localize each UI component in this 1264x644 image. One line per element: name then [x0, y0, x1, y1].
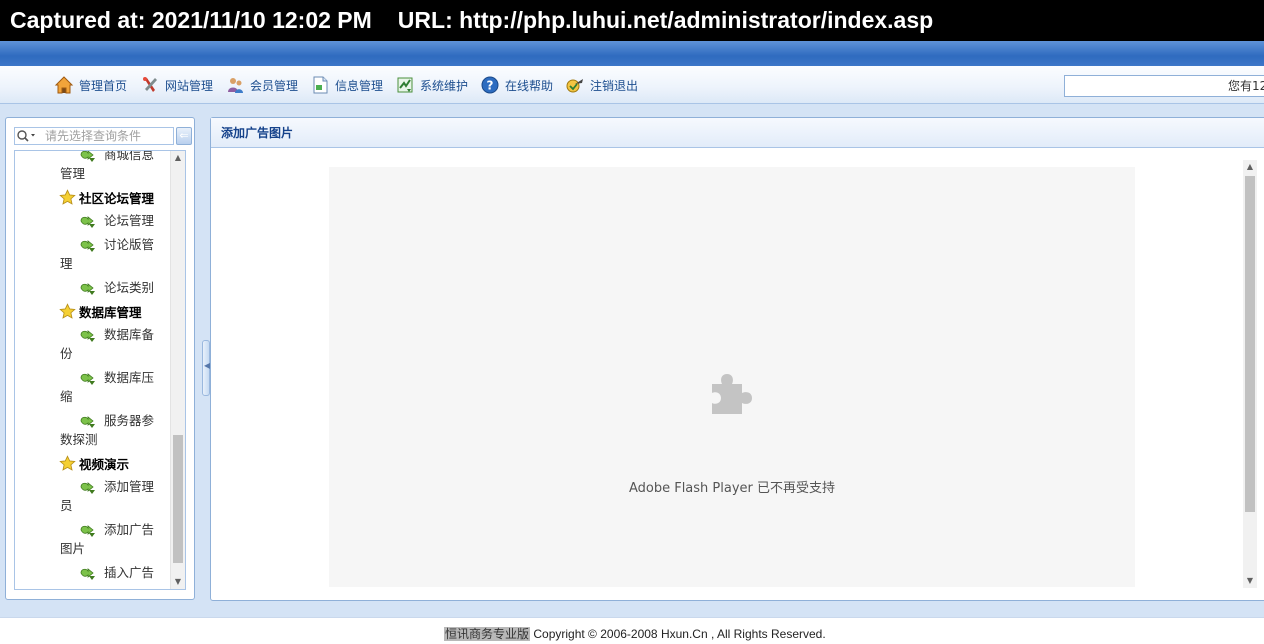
svg-text:?: ? — [487, 79, 494, 93]
leaf-arrow-icon — [80, 568, 95, 580]
help-icon: ? — [481, 76, 499, 94]
nav-info-management[interactable]: 信息管理 — [310, 75, 383, 95]
tree-group[interactable]: 数据库管理 — [15, 300, 170, 323]
plugin-puzzle-icon — [712, 374, 752, 414]
tree-group-label: 视频演示 — [79, 457, 130, 472]
search-placeholder: 请先选择查询条件 — [45, 129, 142, 143]
nav-label: 会员管理 — [250, 78, 299, 93]
nav-home[interactable]: 管理首页 — [54, 75, 127, 95]
capture-timestamp: Captured at: 2021/11/10 12:02 PM — [10, 7, 372, 33]
menu-tree: 商城信息管理社区论坛管理论坛管理讨论版管理论坛类别数据库管理数据库备份数据库压缩… — [14, 150, 186, 590]
top-navigation: 管理首页 网站管理 会员管理 信息管理 系统维护 ? 在线帮助 注销退出 您有1… — [0, 66, 1264, 104]
footer-copyright: Copyright © 2006-2008 Hxun.Cn , All Righ… — [530, 627, 826, 641]
nav-label: 注销退出 — [590, 78, 639, 93]
logout-icon — [566, 79, 583, 93]
users-icon — [228, 78, 243, 93]
tree-item-label: 添加广告图片 — [60, 522, 155, 556]
sidebar-panel: 请先选择查询条件 ⇐ 商城信息管理社区论坛管理论坛管理讨论版管理论坛类别数据库管… — [5, 117, 195, 600]
star-icon — [59, 455, 76, 471]
search-icon — [17, 130, 35, 142]
panel-title: 添加广告图片 — [211, 118, 1264, 148]
flash-unsupported-message: Adobe Flash Player 已不再受支持 — [628, 481, 836, 496]
capture-info-bar: Captured at: 2021/11/10 12:02 PM URL: htt… — [0, 0, 1264, 41]
nav-logout[interactable]: 注销退出 — [565, 75, 638, 95]
tree-item[interactable]: 添加管理员 — [15, 475, 170, 518]
scroll-down-arrow[interactable]: ▼ — [171, 575, 185, 589]
menu-tree-list: 商城信息管理社区论坛管理论坛管理讨论版管理论坛类别数据库管理数据库备份数据库压缩… — [15, 150, 170, 585]
message-status-box[interactable]: 您有12 — [1064, 75, 1264, 97]
content-area: 请先选择查询条件 ⇐ 商城信息管理社区论坛管理论坛管理讨论版管理论坛类别数据库管… — [0, 105, 1264, 617]
scroll-thumb[interactable] — [173, 435, 183, 563]
tree-item[interactable]: 讨论版管理 — [15, 233, 170, 276]
tree-item-label: 服务器参数探测 — [60, 413, 155, 447]
nav-site-management[interactable]: 网站管理 — [140, 75, 213, 95]
footer-brand: 恒讯商务专业版 — [444, 627, 531, 641]
tree-item-label: 数据库压缩 — [60, 370, 155, 404]
nav-system-maintenance[interactable]: 系统维护 — [395, 75, 468, 95]
tree-item[interactable]: 商城信息管理 — [15, 150, 170, 186]
nav-label: 管理首页 — [79, 78, 128, 93]
nav-label: 系统维护 — [420, 78, 469, 93]
tree-item[interactable]: 数据库备份 — [15, 323, 170, 366]
tree-item[interactable]: 数据库压缩 — [15, 366, 170, 409]
tree-item-label: 数据库备份 — [60, 327, 155, 361]
tree-item[interactable]: 插入广告 — [15, 561, 170, 585]
leaf-arrow-icon — [80, 416, 95, 428]
scroll-thumb[interactable] — [1245, 176, 1255, 512]
tree-item[interactable]: 论坛类别 — [15, 276, 170, 300]
leaf-arrow-icon — [80, 330, 95, 342]
leaf-arrow-icon — [80, 525, 95, 537]
tree-item-label: 商城信息管理 — [60, 150, 155, 181]
star-icon — [59, 303, 76, 319]
scroll-up-arrow[interactable]: ▲ — [171, 151, 185, 165]
nav-member-management[interactable]: 会员管理 — [225, 75, 298, 95]
tree-item-label: 讨论版管理 — [60, 237, 155, 271]
tree-item[interactable]: 服务器参数探测 — [15, 409, 170, 452]
collapse-sidebar-button[interactable]: ⇐ — [176, 127, 192, 145]
tree-group[interactable]: 社区论坛管理 — [15, 186, 170, 209]
tree-item-label: 插入广告 — [104, 565, 155, 580]
maintenance-icon — [397, 77, 413, 93]
star-icon — [59, 189, 76, 205]
nav-label: 在线帮助 — [505, 78, 554, 93]
leaf-arrow-icon — [80, 373, 95, 385]
capture-url: URL: http://php.luhui.net/administrator/… — [397, 7, 934, 33]
main-scrollbar[interactable]: ▲ ▼ — [1243, 160, 1257, 588]
footer: 恒讯商务专业版 Copyright © 2006-2008 Hxun.Cn , … — [0, 617, 1264, 644]
tree-group-label: 社区论坛管理 — [79, 191, 155, 206]
tree-item-label: 论坛管理 — [104, 213, 155, 228]
leaf-arrow-icon — [80, 283, 95, 295]
tree-item[interactable]: 添加广告图片 — [15, 518, 170, 561]
tree-group[interactable]: 视频演示 — [15, 452, 170, 475]
header-banner — [0, 41, 1264, 66]
main-panel: 添加广告图片 Adobe Flash Player 已不再受支持 ▲ ▼ — [210, 117, 1264, 601]
tools-icon — [143, 77, 157, 92]
leaf-arrow-icon — [80, 482, 95, 494]
nav-label: 网站管理 — [165, 78, 214, 93]
nav-online-help[interactable]: ? 在线帮助 — [480, 75, 553, 95]
scroll-down-arrow[interactable]: ▼ — [1243, 574, 1257, 588]
leaf-arrow-icon — [80, 216, 95, 228]
document-icon — [313, 76, 328, 94]
leaf-arrow-icon — [80, 151, 95, 162]
panel-splitter[interactable]: ◀ — [202, 340, 210, 396]
tree-item-label: 添加管理员 — [60, 479, 155, 513]
query-search-box[interactable]: 请先选择查询条件 — [14, 127, 174, 145]
tree-item-label: 论坛类别 — [104, 280, 155, 295]
flash-placeholder: Adobe Flash Player 已不再受支持 — [329, 167, 1135, 587]
home-icon — [54, 76, 74, 94]
tree-item[interactable]: 论坛管理 — [15, 209, 170, 233]
nav-label: 信息管理 — [335, 78, 384, 93]
scroll-up-arrow[interactable]: ▲ — [1243, 160, 1257, 174]
sidebar-scrollbar[interactable]: ▲ ▼ — [170, 151, 185, 589]
tree-group-label: 数据库管理 — [79, 305, 142, 320]
message-status-text: 您有12 — [1228, 79, 1264, 93]
leaf-arrow-icon — [80, 240, 95, 252]
